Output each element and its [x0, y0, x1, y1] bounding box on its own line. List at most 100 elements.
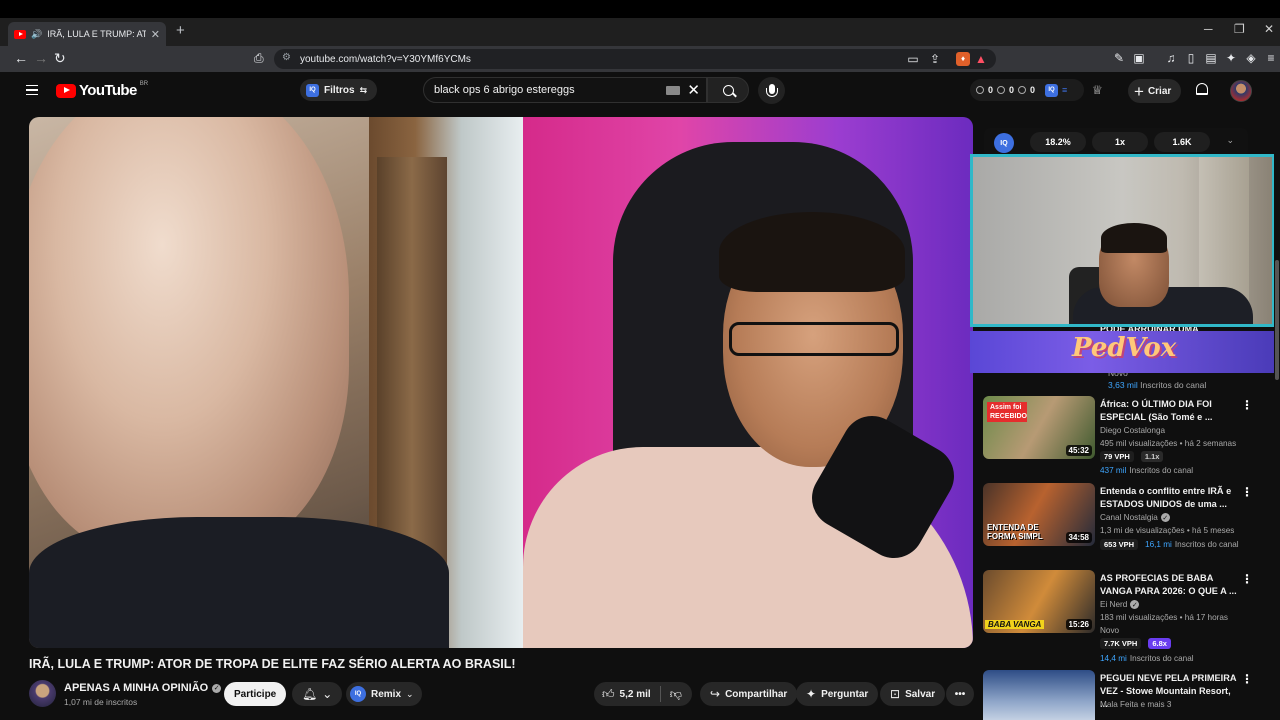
rec-mult: 1.1x [1140, 451, 1164, 462]
like-count[interactable]: 5,2 mil [620, 689, 651, 700]
notifications-bell-icon[interactable] [1196, 83, 1208, 95]
site-settings-icon[interactable]: ⚙ [282, 52, 291, 63]
ask-button[interactable]: ✦ Perguntar [796, 682, 879, 706]
youtube-logo[interactable]: YouTube BR [56, 80, 149, 99]
user-avatar[interactable] [1230, 80, 1252, 102]
create-button[interactable]: + Criar [1128, 79, 1182, 103]
speaker-head [29, 117, 349, 557]
menu-icon[interactable]: ≡ [1264, 51, 1278, 65]
rec-thumbnail[interactable]: ENTENDA DE FORMA SIMPL 34:58 [983, 483, 1095, 546]
brave-shield-icon[interactable]: ♦ [956, 52, 970, 66]
rec-subs: 14,4 mi Inscritos do canal [1100, 654, 1194, 663]
reload-icon[interactable]: ↻ [54, 50, 66, 67]
new-tab-button[interactable]: + [176, 22, 185, 39]
channel-name[interactable]: APENAS A MINHA OPINIÃO ✓ [64, 682, 222, 694]
sidebar-icon[interactable]: ▯ [1184, 51, 1198, 65]
counter-c: 0 [1030, 85, 1036, 95]
filters-button[interactable]: IQ Filtros ⇆ [300, 79, 378, 101]
rec-channel: Ei Nerd ✓ [1100, 600, 1140, 609]
counter-b-icon [997, 86, 1006, 94]
more-vert-icon[interactable]: ⋮ [1241, 672, 1253, 686]
browser-tab-active[interactable]: 🔊 IRÃ, LULA E TRUMP: ATOR DE ✕ [8, 22, 166, 46]
vpn-icon[interactable]: ◈ [1244, 51, 1258, 65]
recommendation-item[interactable]: Assim foi RECEBIDO 45:32 África: O ÚLTIM… [983, 396, 1253, 480]
music-icon[interactable]: ♫ [1164, 51, 1178, 65]
like-divider [659, 686, 661, 702]
search-input[interactable]: black ops 6 abrigo estereggs ✕ [423, 77, 707, 103]
video-left-frame [29, 117, 523, 648]
rec-title: África: O ÚLTIMO DIA FOI ESPECIAL (São T… [1100, 399, 1213, 422]
like-icon[interactable]: 👍︎ [602, 687, 615, 702]
close-window-button[interactable]: ✕ [1264, 22, 1274, 36]
search-query: black ops 6 abrigo estereggs [434, 84, 575, 96]
rec-duration: 15:26 [1065, 619, 1092, 630]
channel-name-text: APENAS A MINHA OPINIÃO [64, 682, 209, 694]
iq-chevron-icon[interactable]: ⌄ [1226, 135, 1234, 146]
hamburger-menu-icon[interactable] [26, 85, 38, 95]
more-vert-icon[interactable]: ⋮ [1241, 572, 1253, 586]
browser-tab-bar: 🔊 IRÃ, LULA E TRUMP: ATOR DE ✕ + ─ ❐ ✕ [0, 18, 1280, 46]
more-actions-button[interactable]: ••• [946, 682, 974, 706]
join-label: Participe [234, 688, 277, 700]
page-scrollbar[interactable] [1274, 110, 1280, 720]
recommendation-item[interactable]: ENTENDA DE FORMA SIMPL 34:58 Entenda o c… [983, 483, 1253, 555]
dislike-icon[interactable]: 👎︎ [670, 687, 682, 702]
rec-stats: 653 VPH 16,1 mi Inscritos do canal [1100, 539, 1239, 550]
more-vert-icon[interactable]: ⋮ [1241, 485, 1253, 499]
speaker-icon: 🔊 [31, 28, 43, 39]
address-bar[interactable]: ⚙ youtube.com/watch?v=Y30YMf6YCMs ▭ ⇪ ♦ … [274, 49, 996, 69]
country-code: BR [139, 80, 149, 87]
clear-search-icon[interactable]: ✕ [687, 81, 700, 99]
rec-subs-num: 16,1 mi [1145, 540, 1172, 549]
tab-close-icon[interactable]: ✕ [151, 28, 160, 41]
counter-a-icon [976, 86, 984, 94]
recommendation-item[interactable]: PEGUEI NEVE PELA PRIMEIRA VEZ - Stowe Mo… [983, 670, 1253, 720]
rec-thumbnail[interactable] [983, 670, 1095, 720]
iq-stat-percent: 18.2% [1030, 132, 1086, 152]
subscribe-notification-button[interactable]: 🔔︎ ⌄ [292, 682, 343, 706]
join-button[interactable]: Participe [224, 682, 287, 706]
host-hair [719, 212, 905, 292]
save-label: Salvar [905, 688, 936, 700]
rec-stats: 79 VPH 1.1x [1100, 451, 1167, 462]
remix-iq-icon: IQ [350, 686, 366, 702]
rec-vph: 79 VPH [1100, 451, 1134, 462]
trophy-icon[interactable]: ♕ [1092, 83, 1103, 97]
extension-counters[interactable]: 0 0 0 IQ ≡ [970, 79, 1084, 101]
channel-subscribers: 1,07 mi de inscritos [64, 697, 138, 707]
rewards-icon[interactable]: ▲ [974, 52, 988, 66]
rec-subs-num: 14,4 mi [1100, 654, 1127, 663]
browser-toolbar: ← → ↻ ⎙ ⚙ youtube.com/watch?v=Y30YMf6YCM… [0, 46, 1280, 72]
rec-thumbnail[interactable]: Assim foi RECEBIDO 45:32 [983, 396, 1095, 459]
maximize-button[interactable]: ❐ [1234, 22, 1245, 36]
rec-subs-label: Inscritos do canal [1129, 466, 1194, 475]
share-button[interactable]: ↪ Compartilhar [700, 682, 798, 706]
forward-arrow-icon[interactable]: → [34, 50, 48, 66]
share-icon[interactable]: ⇪ [928, 52, 942, 66]
screenshot-icon[interactable]: ▣ [1132, 51, 1146, 65]
rec-channel: Mala Feita e mais 3 [1100, 700, 1172, 709]
remix-label: Remix [371, 688, 402, 700]
wallet-icon[interactable]: ▤ [1204, 51, 1218, 65]
channel-avatar[interactable] [29, 680, 56, 707]
keyboard-icon[interactable] [666, 86, 680, 95]
scrollbar-thumb[interactable] [1275, 260, 1279, 380]
bookmark-icon[interactable]: ⎙ [254, 51, 264, 66]
video-title: IRÃ, LULA E TRUMP: ATOR DE TROPA DE ELIT… [29, 657, 516, 671]
minimize-button[interactable]: ─ [1204, 22, 1213, 36]
video-player[interactable] [29, 117, 973, 648]
recommendation-item[interactable]: BABA VANGA 15:26 AS PROFECIAS DE BABA VA… [983, 570, 1253, 663]
search-button[interactable] [707, 77, 749, 103]
rec-subs-label: Inscritos do canal [1129, 654, 1194, 663]
voice-search-button[interactable] [758, 77, 785, 104]
more-vert-icon[interactable]: ⋮ [1241, 398, 1253, 412]
install-app-icon[interactable]: ▭ [906, 52, 920, 66]
save-button[interactable]: ⊡ Salvar [880, 682, 946, 706]
extensions-icon[interactable]: ✎ [1112, 51, 1126, 65]
ai-icon[interactable]: ✦ [1224, 51, 1238, 65]
back-arrow-icon[interactable]: ← [14, 50, 28, 66]
counter-c-icon [1018, 86, 1027, 94]
rec-thumbnail[interactable]: BABA VANGA 15:26 [983, 570, 1095, 633]
remix-button[interactable]: IQ Remix ⌄ [346, 682, 422, 706]
rec-subs-num: 437 mil [1100, 466, 1127, 475]
